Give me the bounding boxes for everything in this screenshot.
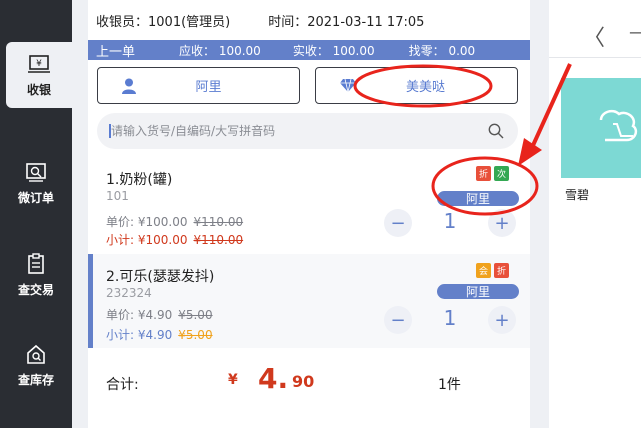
member-name: 阿里 xyxy=(195,80,222,95)
total-currency: ¥ xyxy=(228,372,238,388)
increase-quantity-button[interactable]: + xyxy=(488,209,516,237)
sidebar-item-label: 收银 xyxy=(26,82,51,97)
decrease-quantity-button[interactable]: − xyxy=(384,209,412,237)
sidebar-item-label: 查库存 xyxy=(17,372,54,387)
member-price-tag: 阿里 xyxy=(437,191,519,206)
unit-original-price: ¥110.00 xyxy=(193,215,244,229)
product-panel: 〈 — 雪碧 xyxy=(549,0,641,428)
subtotal: 小计: ¥100.00 ¥110.00 xyxy=(106,231,243,248)
item-code: 232324 xyxy=(106,286,152,300)
cart-item[interactable]: 1.奶粉(罐) 101 单价: ¥100.00 ¥110.00 小计: ¥100.… xyxy=(88,157,530,249)
unit-price: 单价: ¥4.90 ¥5.00 xyxy=(106,306,213,323)
micro-order-icon xyxy=(24,161,48,183)
item-quantity: 1 xyxy=(443,306,457,330)
discount-tag: 折 xyxy=(476,166,491,181)
search-icon[interactable] xyxy=(488,123,504,143)
shopping-cart-cloud-icon xyxy=(599,109,638,142)
item-name: 1.奶粉(罐) xyxy=(106,172,173,188)
unit-price: 单价: ¥100.00 ¥110.00 xyxy=(106,213,243,230)
total-amount-integer: 4. xyxy=(258,362,289,395)
chevron-left-icon[interactable]: 〈 xyxy=(583,20,605,52)
discount-tag: 折 xyxy=(494,263,509,278)
cart-panel: 收银员：1001(管理员) 时间：2021-03-11 17:05 上一单 应收… xyxy=(88,0,530,428)
total-label: 合计: xyxy=(106,377,139,393)
sidebar-item-label: 微订单 xyxy=(17,190,54,205)
sidebar-item-micro-order[interactable]: 微订单 xyxy=(0,150,72,216)
transaction-icon xyxy=(24,252,48,275)
total-amount-decimal: 90 xyxy=(292,372,315,391)
time-label: 时间：2021-03-11 17:05 xyxy=(268,14,425,30)
search-input[interactable] xyxy=(111,124,471,138)
amount-paid: 实收： 100.00 xyxy=(292,43,375,58)
count-card-tag: 次 xyxy=(494,166,509,181)
item-code: 101 xyxy=(106,189,129,203)
change-amount: 找零： 0.00 xyxy=(408,43,476,58)
unit-price-value: 单价: ¥4.90 xyxy=(106,308,173,322)
previous-order-link[interactable]: 上一单 xyxy=(96,41,135,60)
pos-screen: ¥ 收银 微订单 查交易 查库存 收银员：1001(管理员) 时间：2021-0… xyxy=(0,0,641,428)
member-level-name: 美美哒 xyxy=(405,80,445,95)
member-price-tag: 阿里 xyxy=(437,284,519,299)
sidebar-item-label: 查交易 xyxy=(17,282,54,297)
svg-text:¥: ¥ xyxy=(36,59,42,69)
item-quantity: 1 xyxy=(443,209,457,233)
sidebar: ¥ 收银 微订单 查交易 查库存 xyxy=(0,0,72,428)
increase-quantity-button[interactable]: + xyxy=(488,306,516,334)
cart-item[interactable]: 2.可乐(瑟瑟发抖) 232324 单价: ¥4.90 ¥5.00 小计: ¥4.… xyxy=(88,254,530,348)
text-caret xyxy=(109,124,111,138)
decrease-quantity-button[interactable]: − xyxy=(384,306,412,334)
unit-price-value: 单价: ¥100.00 xyxy=(106,215,188,229)
product-name: 雪碧 xyxy=(565,188,590,202)
total-item-count: 1件 xyxy=(438,377,461,393)
header-info: 收银员：1001(管理员) 时间：2021-03-11 17:05 xyxy=(88,0,530,40)
subtotal: 小计: ¥4.90 ¥5.00 xyxy=(106,326,213,343)
sidebar-item-transactions[interactable]: 查交易 xyxy=(0,242,72,308)
cash-register-icon: ¥ xyxy=(27,53,51,75)
next-page-icon[interactable]: — xyxy=(629,22,641,43)
item-name: 2.可乐(瑟瑟发抖) xyxy=(106,269,215,285)
subtotal-value: 小计: ¥100.00 xyxy=(106,233,188,247)
category-nav: 〈 — xyxy=(549,14,641,58)
total-row: 合计: ¥ 4. 90 1件 xyxy=(88,352,530,412)
subtotal-value: 小计: ¥4.90 xyxy=(106,328,173,342)
inventory-icon xyxy=(24,343,48,365)
sidebar-item-inventory[interactable]: 查库存 xyxy=(0,332,72,398)
member-level-button[interactable]: 美美哒 xyxy=(315,67,518,104)
member-button[interactable]: 阿里 xyxy=(97,67,300,104)
sidebar-item-cashier[interactable]: ¥ 收银 xyxy=(6,42,72,108)
member-tag-badge: 会 xyxy=(476,263,491,278)
product-tile[interactable] xyxy=(561,78,641,178)
product-search xyxy=(97,113,518,149)
unit-original-price: ¥5.00 xyxy=(178,308,213,322)
cashier-label: 收银员：1001(管理员) xyxy=(96,14,231,30)
amount-due: 应收： 100.00 xyxy=(179,43,261,58)
last-order-bar: 上一单 应收： 100.00 实收： 100.00 找零： 0.00 xyxy=(88,40,530,60)
subtotal-original-price: ¥5.00 xyxy=(178,328,213,342)
subtotal-original-price: ¥110.00 xyxy=(193,233,244,247)
